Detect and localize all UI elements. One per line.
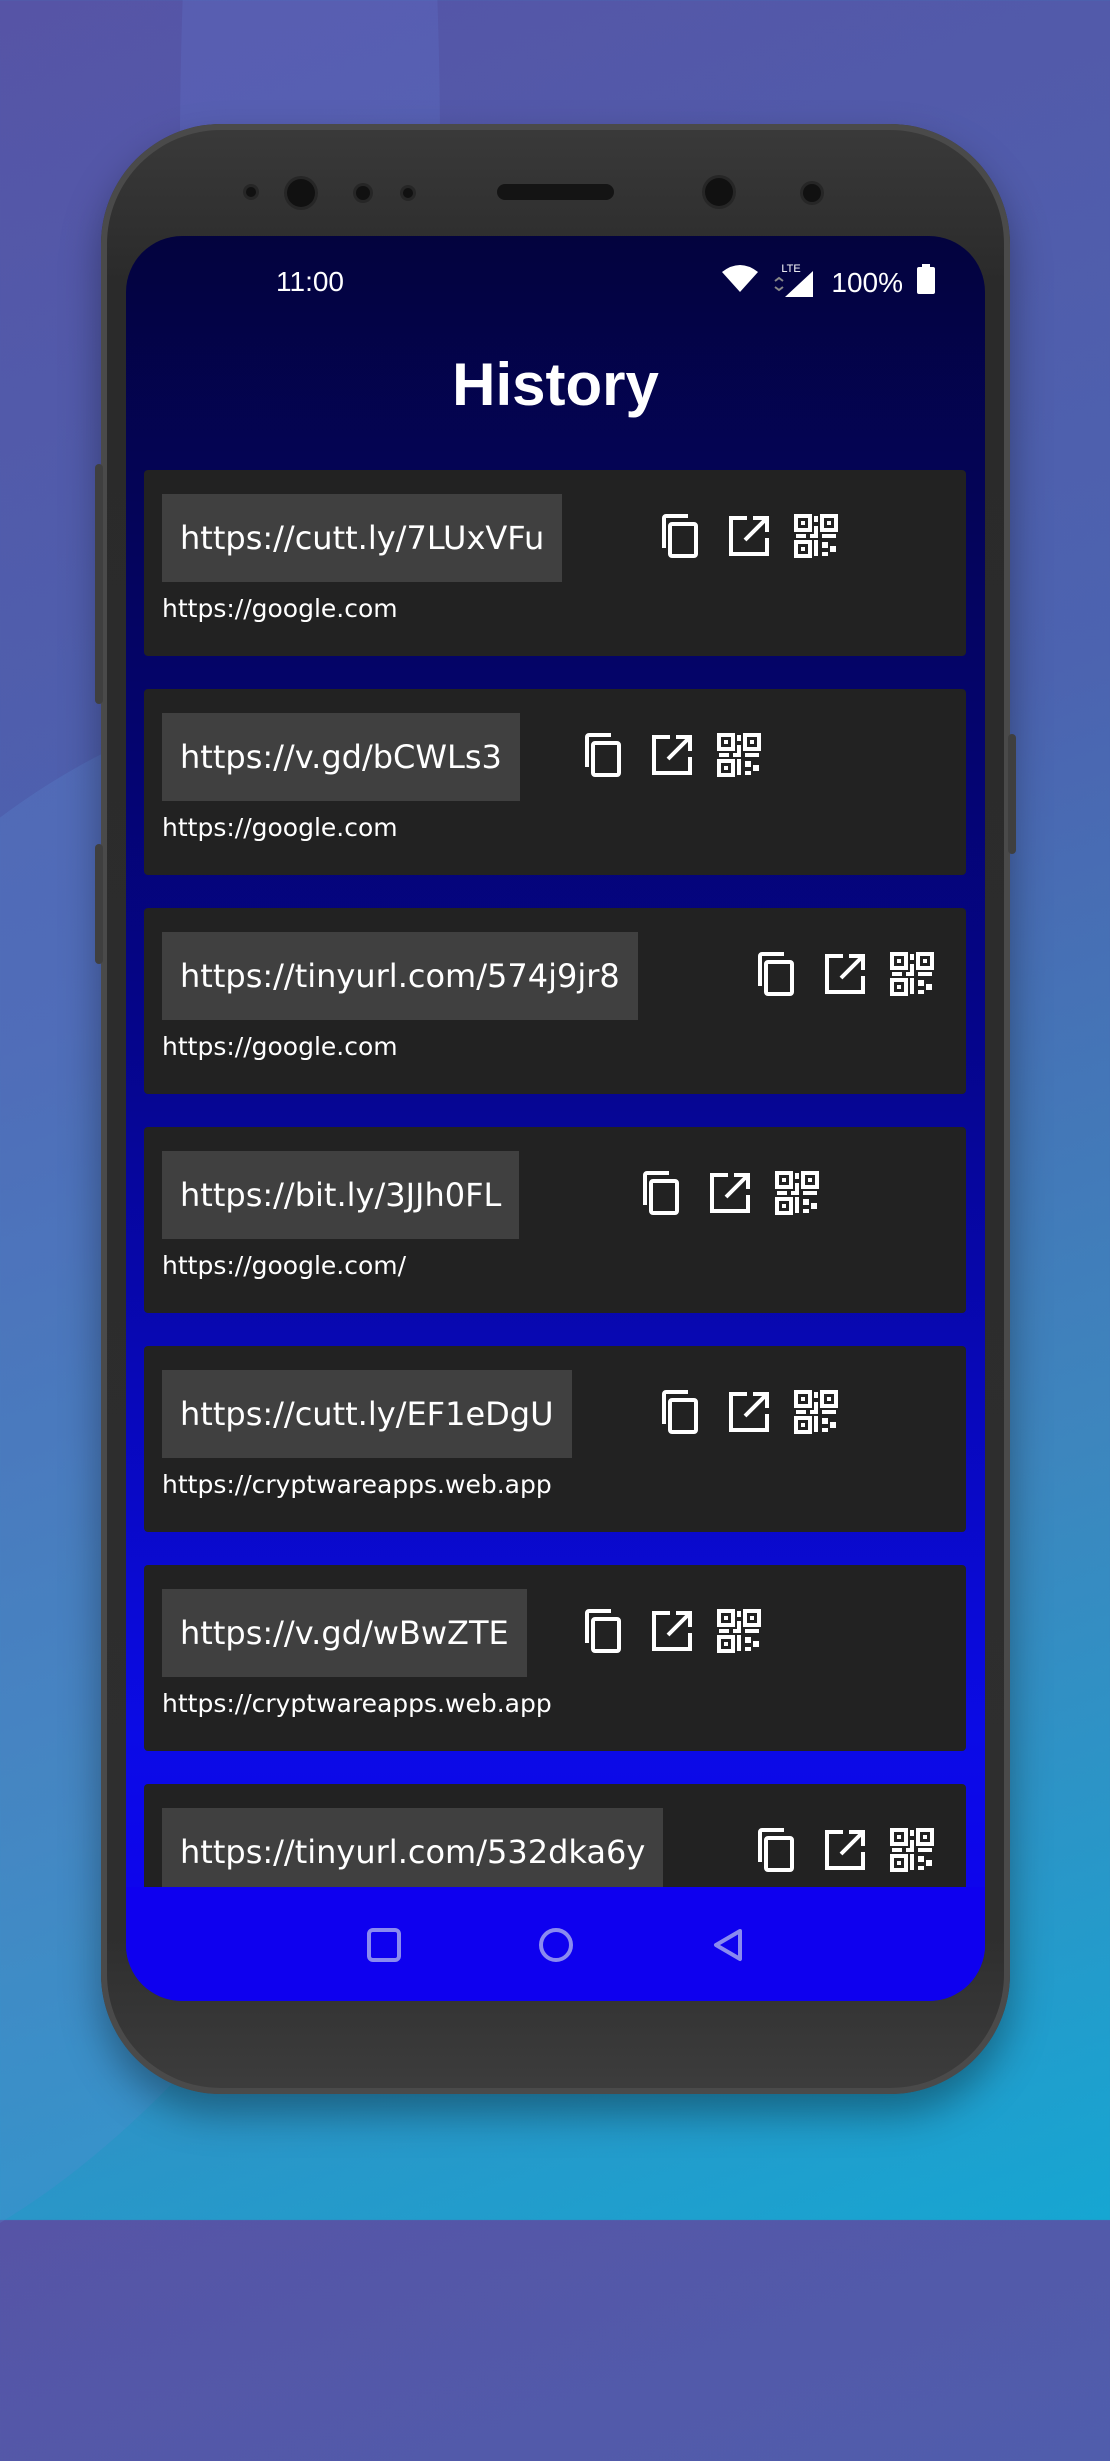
home-circle-icon[interactable]	[536, 1925, 576, 1965]
copy-button[interactable]	[579, 729, 631, 781]
open-external-icon	[723, 1386, 775, 1438]
copy-icon	[752, 948, 804, 1000]
front-camera	[287, 179, 315, 207]
back-triangle-icon[interactable]	[708, 1925, 748, 1965]
copy-button[interactable]	[637, 1167, 689, 1219]
copy-icon	[656, 1386, 708, 1438]
qr-code-button[interactable]	[886, 1824, 938, 1876]
open-external-button[interactable]	[704, 1167, 756, 1219]
short-url-field[interactable]: https://cutt.ly/EF1eDgU	[162, 1370, 572, 1458]
status-right: LTE 100%	[721, 263, 935, 301]
qr-code-icon	[713, 729, 765, 781]
original-url: https://google.com/	[162, 1251, 407, 1280]
short-url-field[interactable]: https://tinyurl.com/574j9jr8	[162, 932, 638, 1020]
qr-code-button[interactable]	[790, 1386, 842, 1438]
battery-percent: 100%	[831, 266, 903, 298]
short-url-field[interactable]: https://bit.ly/3JJh0FL	[162, 1151, 520, 1239]
qr-code-icon	[886, 948, 938, 1000]
volume-button	[95, 844, 103, 964]
page-title: History	[452, 351, 659, 418]
sensor-dot	[403, 188, 413, 198]
open-external-icon	[646, 1605, 698, 1657]
history-item[interactable]: https://v.gd/bCWLs3 https://google.com	[144, 689, 966, 875]
history-item[interactable]: https://v.gd/wBwZTE https://cryptwareapps…	[144, 1565, 966, 1751]
copy-button[interactable]	[752, 1824, 804, 1876]
open-external-button[interactable]	[646, 729, 698, 781]
copy-icon	[752, 1824, 804, 1876]
qr-code-icon	[886, 1824, 938, 1876]
copy-button[interactable]	[752, 948, 804, 1000]
earpiece-speaker	[497, 184, 614, 200]
history-item[interactable]: https://bit.ly/3JJh0FL https://google.com…	[144, 1127, 966, 1313]
battery-icon	[917, 264, 935, 301]
copy-icon	[637, 1167, 689, 1219]
qr-code-button[interactable]	[771, 1167, 823, 1219]
original-url: https://google.com	[162, 594, 398, 623]
qr-code-icon	[771, 1167, 823, 1219]
history-item[interactable]: https://cutt.ly/EF1eDgU https://cryptware…	[144, 1346, 966, 1532]
recents-square-icon[interactable]	[364, 1925, 404, 1965]
short-url-field[interactable]: https://v.gd/wBwZTE	[162, 1589, 527, 1677]
sensor-dot	[803, 184, 821, 202]
history-item[interactable]: https://tinyurl.com/574j9jr8 https://goog…	[144, 908, 966, 1094]
open-external-icon	[819, 1824, 871, 1876]
qr-code-icon	[790, 1386, 842, 1438]
qr-code-button[interactable]	[713, 1605, 765, 1657]
original-url: https://cryptwareapps.web.app	[162, 1689, 552, 1718]
sensor-dot	[246, 187, 256, 197]
open-external-icon	[723, 510, 775, 562]
copy-icon	[579, 729, 631, 781]
signal-icon: LTE	[773, 263, 817, 299]
open-external-icon	[704, 1167, 756, 1219]
sensor-dot	[356, 186, 370, 200]
original-url: https://google.com	[162, 1032, 398, 1061]
original-url: https://cryptwareapps.web.app	[162, 1470, 552, 1499]
open-external-button[interactable]	[819, 1824, 871, 1876]
original-url: https://google.com	[162, 813, 398, 842]
status-bar: 11:00 LTE 100%	[126, 236, 985, 332]
power-button	[1008, 734, 1016, 854]
copy-button[interactable]	[656, 1386, 708, 1438]
volume-button	[95, 464, 103, 704]
short-url-field[interactable]: https://tinyurl.com/532dka6y	[162, 1808, 664, 1896]
front-camera-secondary	[705, 178, 733, 206]
qr-code-button[interactable]	[790, 510, 842, 562]
open-external-icon	[646, 729, 698, 781]
navigation-bar	[126, 1887, 985, 2001]
copy-icon	[579, 1605, 631, 1657]
app-screen: 11:00 LTE 100% History https://cutt.ly/7…	[126, 236, 985, 2001]
status-time: 11:00	[276, 266, 344, 297]
open-external-button[interactable]	[646, 1605, 698, 1657]
history-list[interactable]: https://cutt.ly/7LUxVFu https://google.co…	[144, 470, 966, 2001]
open-external-button[interactable]	[723, 1386, 775, 1438]
qr-code-button[interactable]	[886, 948, 938, 1000]
open-external-button[interactable]	[723, 510, 775, 562]
qr-code-icon	[713, 1605, 765, 1657]
qr-code-icon	[790, 510, 842, 562]
copy-button[interactable]	[579, 1605, 631, 1657]
open-external-icon	[819, 948, 871, 1000]
copy-icon	[656, 510, 708, 562]
open-external-button[interactable]	[819, 948, 871, 1000]
short-url-field[interactable]: https://v.gd/bCWLs3	[162, 713, 520, 801]
copy-button[interactable]	[656, 510, 708, 562]
short-url-field[interactable]: https://cutt.ly/7LUxVFu	[162, 494, 563, 582]
wifi-icon	[721, 264, 759, 301]
qr-code-button[interactable]	[713, 729, 765, 781]
history-item[interactable]: https://cutt.ly/7LUxVFu https://google.co…	[144, 470, 966, 656]
